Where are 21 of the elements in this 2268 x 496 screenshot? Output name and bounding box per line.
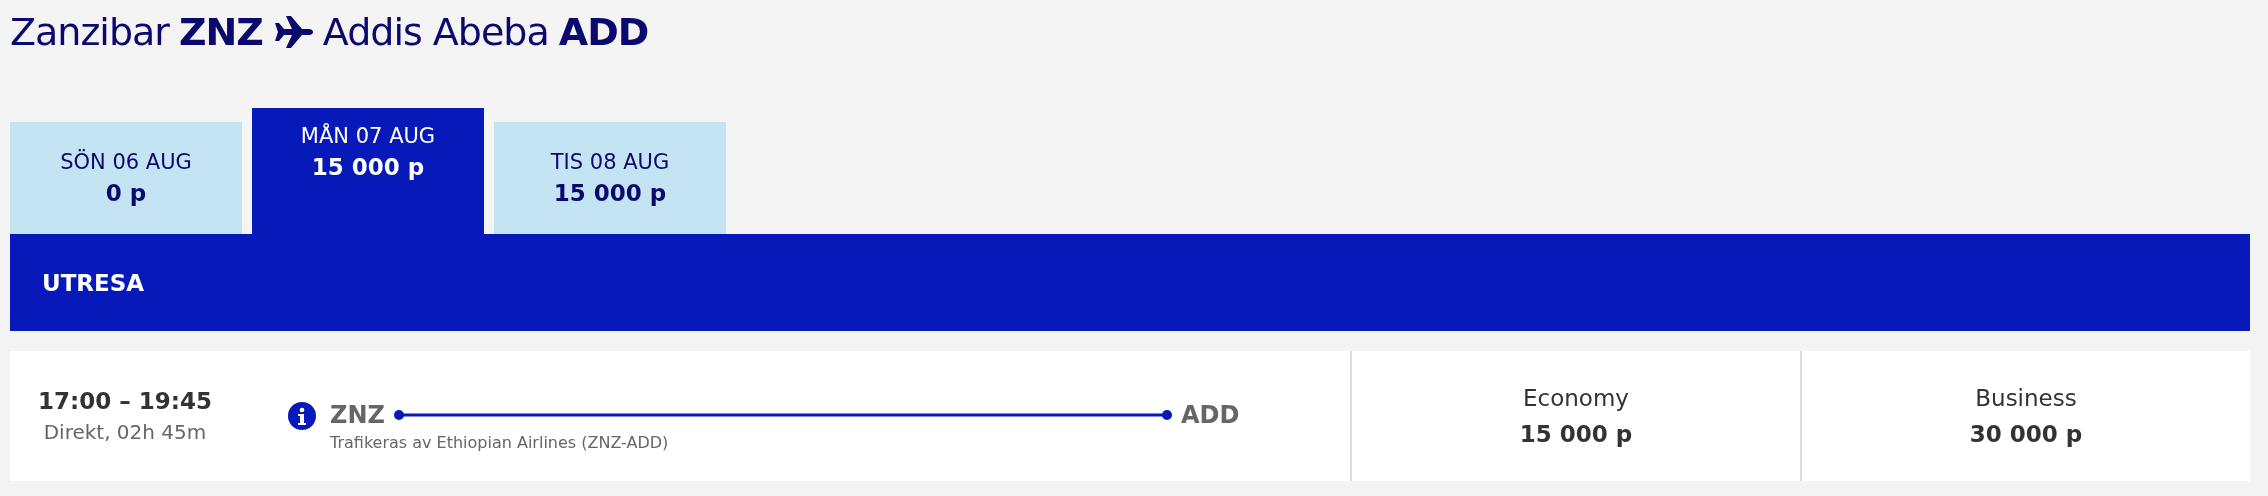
info-icon[interactable] xyxy=(288,402,316,430)
date-tab[interactable]: MÅN 07 AUG 15 000 p xyxy=(252,108,484,234)
origin-code: ZNZ xyxy=(330,400,385,429)
destination-city: Addis Abeba xyxy=(322,10,549,54)
date-tab[interactable]: TIS 08 AUG 15 000 p xyxy=(494,122,726,234)
section-title: UTRESA xyxy=(42,269,145,296)
flight-duration: Direkt, 02h 45m xyxy=(43,420,207,444)
airplane-icon xyxy=(272,15,313,49)
destination-code: ADD xyxy=(558,10,649,54)
fare-price: 30 000 p xyxy=(1969,421,2083,447)
fare-option[interactable]: Business 30 000 p xyxy=(1802,351,2250,481)
operator-text: Trafikeras av Ethiopian Airlines (ZNZ-ADD) xyxy=(330,432,670,452)
origin-city: Zanzibar xyxy=(10,10,169,54)
fare-option[interactable]: Economy 15 000 p xyxy=(1352,351,1802,481)
origin-code: ZNZ xyxy=(178,10,263,54)
cabin-class: Business xyxy=(1975,385,2077,411)
destination-code: ADD xyxy=(1180,400,1240,429)
cabin-class: Economy xyxy=(1523,385,1629,411)
flight-times: 17:00 – 19:45 xyxy=(38,388,212,414)
date-tab[interactable]: SÖN 06 AUG 0 p xyxy=(10,122,242,234)
fare-price: 15 000 p xyxy=(1519,421,1633,447)
